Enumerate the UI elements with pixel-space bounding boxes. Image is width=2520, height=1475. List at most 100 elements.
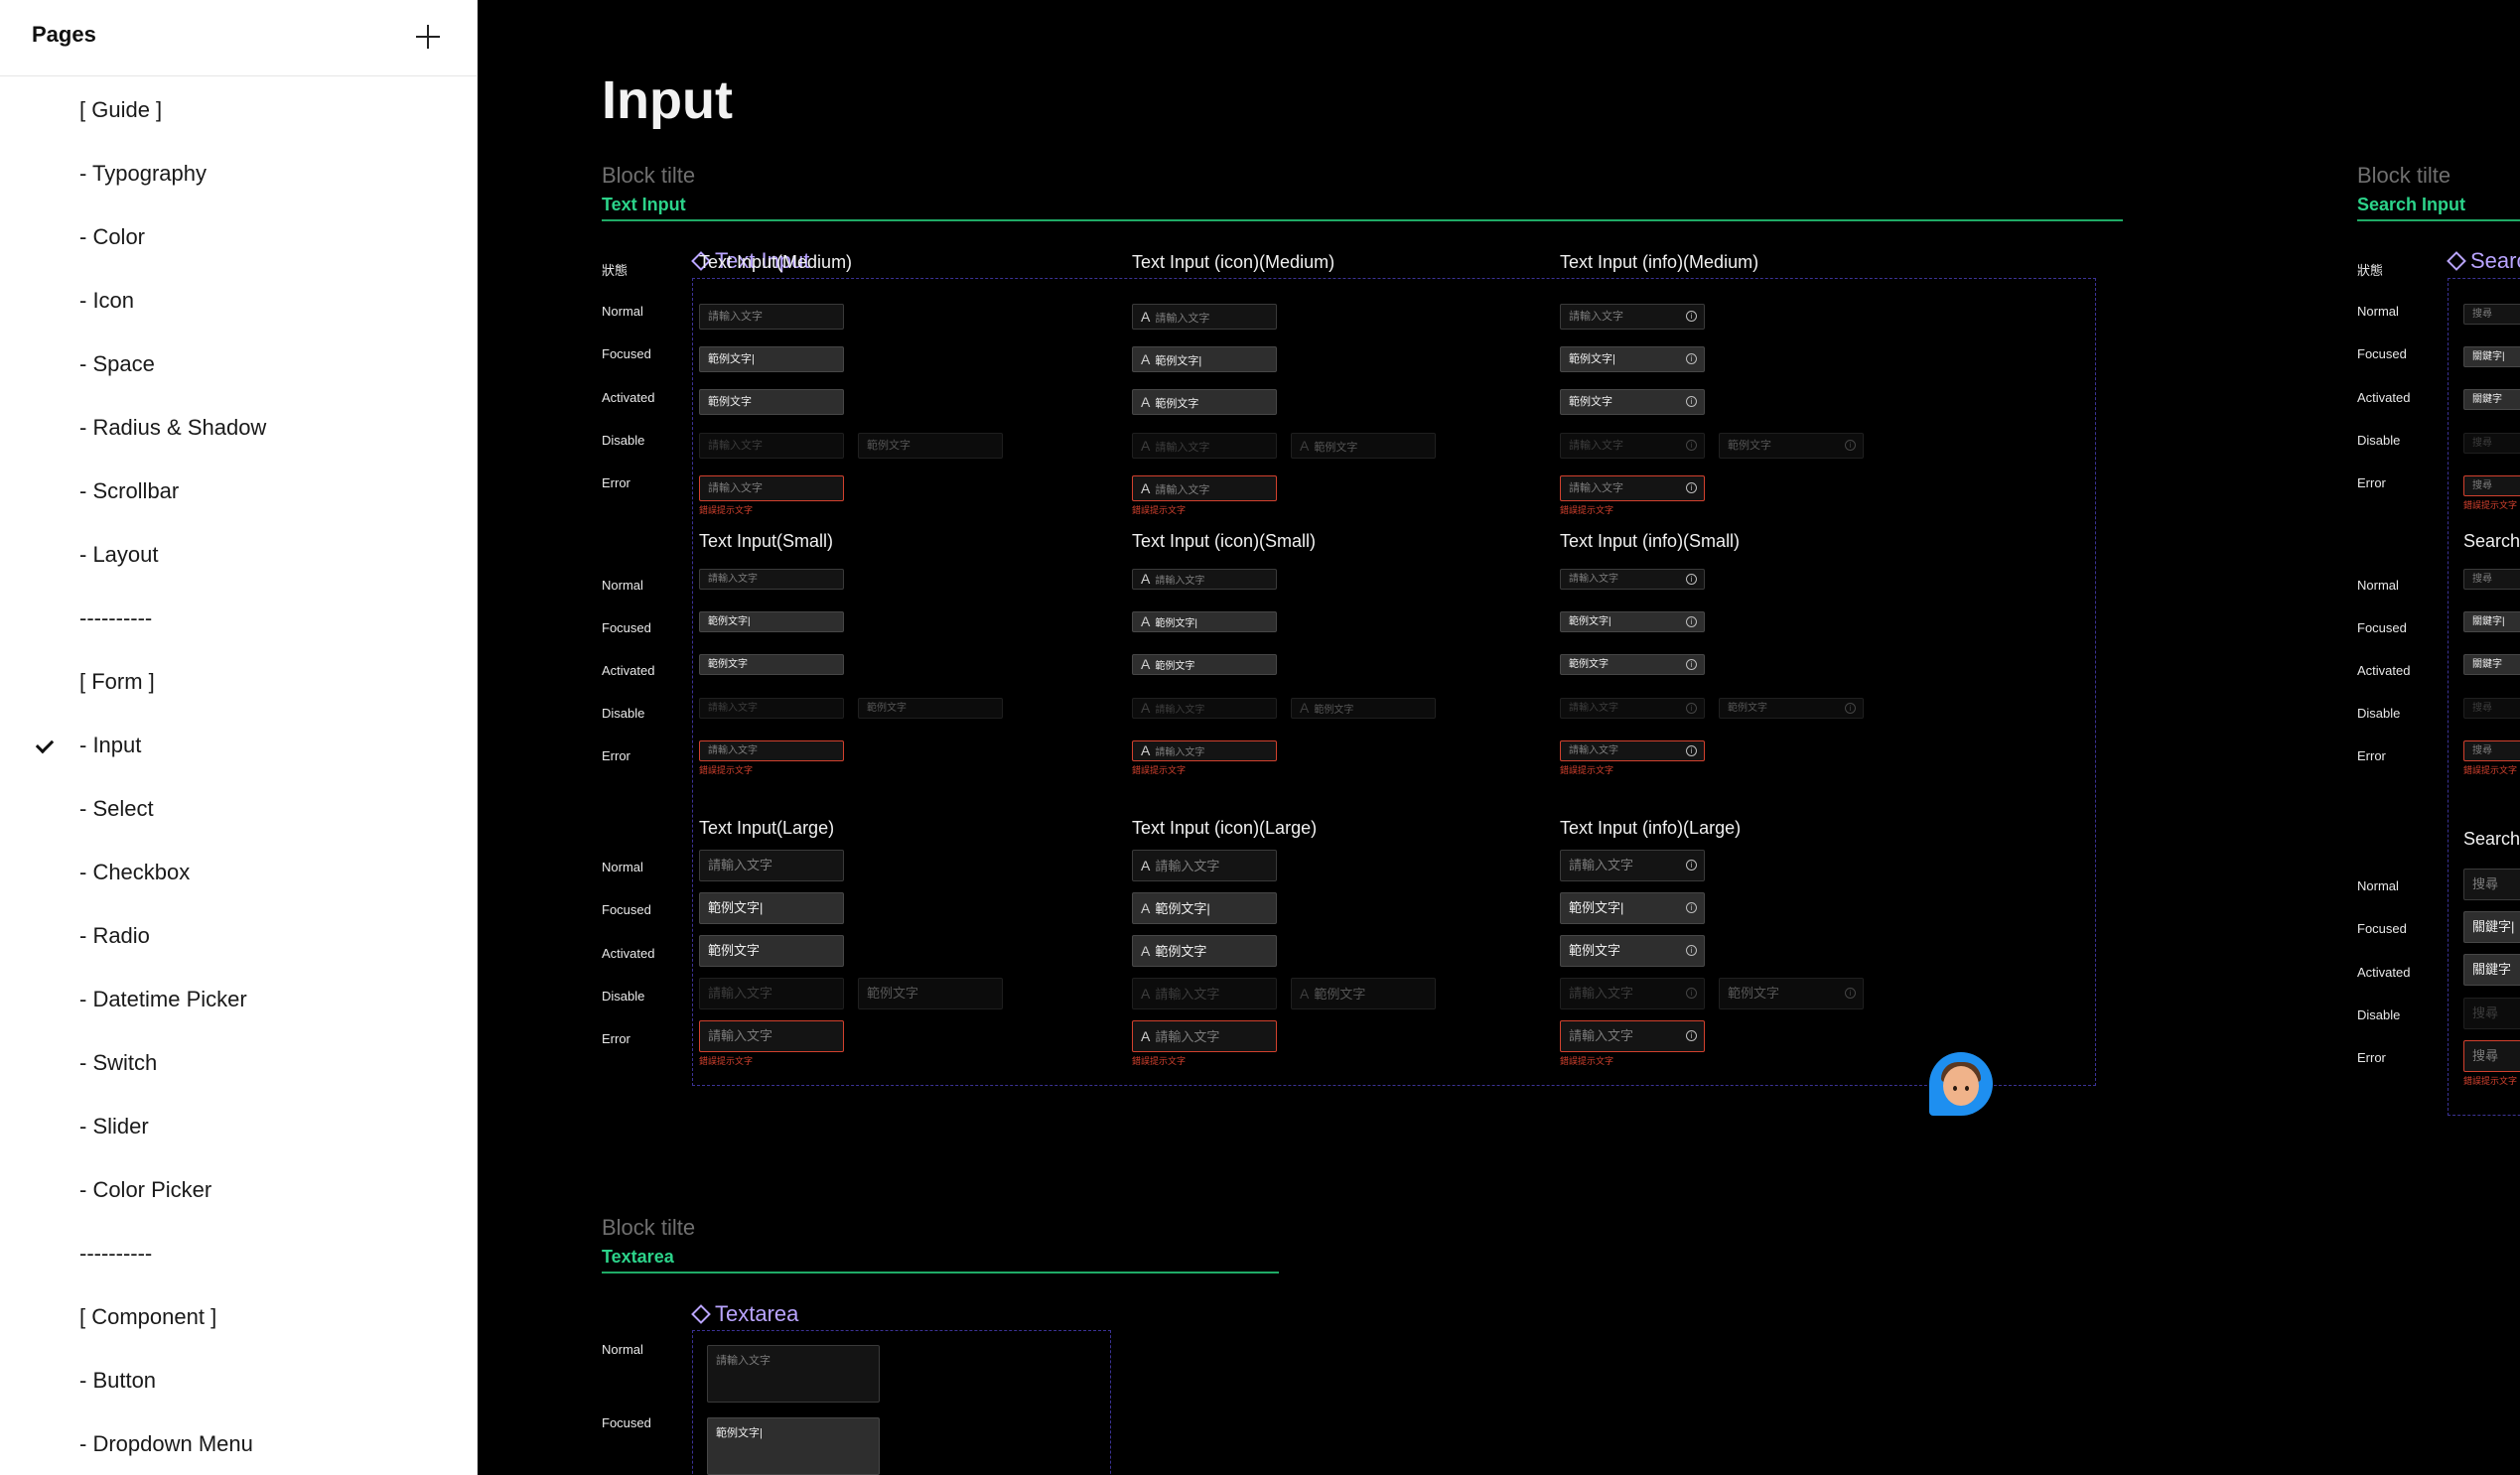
search-input-field[interactable]: 搜尋	[2463, 304, 2520, 325]
page-list-item[interactable]: - Button	[0, 1349, 477, 1412]
info-icon[interactable]: i	[1686, 482, 1697, 493]
page-list-item[interactable]: ----------	[0, 1222, 477, 1285]
text-input-field[interactable]: A 範例文字	[1132, 389, 1277, 415]
search-input-field[interactable]: 搜尋	[2463, 869, 2520, 900]
search-input-field[interactable]: 搜尋	[2463, 1040, 2520, 1072]
text-input-field[interactable]: A 範例文字|	[1132, 892, 1277, 924]
page-list-item[interactable]: - Typography	[0, 142, 477, 205]
search-input-field[interactable]: 關鍵字	[2463, 654, 2520, 675]
page-list-item[interactable]: - Color Picker	[0, 1158, 477, 1222]
search-component-title[interactable]: Search	[2449, 248, 2520, 274]
search-input-field[interactable]: 搜尋	[2463, 475, 2520, 496]
text-input-field[interactable]: A 請輸入文字	[1132, 850, 1277, 881]
textarea-field[interactable]: 範例文字|	[707, 1417, 880, 1475]
text-input-field[interactable]: A 請輸入文字	[1132, 1020, 1277, 1052]
page-list-item[interactable]: - Input	[0, 714, 477, 777]
text-input-field[interactable]: A 範例文字	[1132, 935, 1277, 967]
page-list-item[interactable]: - Icon	[0, 269, 477, 333]
page-list-item[interactable]: [ Guide ]	[0, 78, 477, 142]
text-input-field[interactable]: 範例文字|	[699, 346, 844, 372]
add-page-icon[interactable]	[411, 20, 445, 54]
text-input-field[interactable]: 範例文字 i	[1560, 935, 1705, 967]
info-icon[interactable]: i	[1686, 860, 1697, 871]
text-input-field[interactable]: A 範例文字	[1132, 654, 1277, 675]
text-input-field: 範例文字 i	[1719, 433, 1864, 459]
input-value: 搜尋	[2472, 876, 2499, 891]
text-input-field[interactable]: 請輸入文字	[699, 475, 844, 501]
page-list-item[interactable]: [ Form ]	[0, 650, 477, 714]
page-list-item[interactable]: - Color	[0, 205, 477, 269]
text-input-field[interactable]: 範例文字| i	[1560, 611, 1705, 632]
text-input-field[interactable]: 請輸入文字 i	[1560, 1020, 1705, 1052]
info-icon[interactable]: i	[1686, 945, 1697, 956]
info-icon[interactable]: i	[1686, 658, 1697, 670]
design-canvas[interactable]: Input Block tilte Text Input 狀態 Text Inp…	[479, 0, 2520, 1475]
page-list-item[interactable]: - Slider	[0, 1095, 477, 1158]
text-input-field[interactable]: 範例文字 i	[1560, 654, 1705, 675]
text-input-field[interactable]: A 請輸入文字	[1132, 569, 1277, 590]
search-input-field[interactable]: 搜尋	[2463, 740, 2520, 761]
text-input-field[interactable]: A 範例文字|	[1132, 346, 1277, 372]
text-input-field[interactable]: 範例文字	[699, 654, 844, 675]
info-icon[interactable]: i	[1686, 573, 1697, 585]
text-input-field[interactable]: 請輸入文字	[699, 569, 844, 590]
text-input-field[interactable]: A 範例文字|	[1132, 611, 1277, 632]
page-list-item[interactable]: - Scrollbar	[0, 460, 477, 523]
text-input-field[interactable]: 請輸入文字	[699, 850, 844, 881]
search-input-field[interactable]: 關鍵字|	[2463, 346, 2520, 367]
page-list-item[interactable]: - Switch	[0, 1031, 477, 1095]
text-input-field[interactable]: 範例文字 i	[1560, 389, 1705, 415]
info-icon[interactable]: i	[1686, 902, 1697, 913]
page-list-item[interactable]: [ Component ]	[0, 1285, 477, 1349]
text-input-field[interactable]: 請輸入文字 i	[1560, 475, 1705, 501]
input-value: 搜尋	[2472, 309, 2492, 320]
text-input-field[interactable]: 範例文字|	[699, 892, 844, 924]
text-input-field[interactable]: 請輸入文字 i	[1560, 304, 1705, 330]
page-item-label: - Input	[79, 733, 142, 757]
text-input-field[interactable]: 請輸入文字	[699, 740, 844, 761]
text-input-field[interactable]: 請輸入文字	[699, 1020, 844, 1052]
info-icon[interactable]: i	[1686, 1030, 1697, 1041]
page-list-item[interactable]: - Datetime Picker	[0, 968, 477, 1031]
collaborator-avatar[interactable]	[1929, 1052, 1993, 1116]
page-list-item[interactable]: - Radius & Shadow	[0, 396, 477, 460]
text-input-field[interactable]: 請輸入文字 i	[1560, 740, 1705, 761]
search-input-field[interactable]: 關鍵字|	[2463, 611, 2520, 632]
page-list-item[interactable]: - Select	[0, 777, 477, 841]
search-input-field[interactable]: 搜尋	[2463, 569, 2520, 590]
text-input-field[interactable]: 範例文字| i	[1560, 346, 1705, 372]
text-input-field[interactable]: A 請輸入文字	[1132, 740, 1277, 761]
input-value: 關鍵字	[2472, 394, 2502, 405]
info-icon[interactable]: i	[1686, 353, 1697, 364]
page-list-item[interactable]: - Space	[0, 333, 477, 396]
text-input-field[interactable]: A 請輸入文字	[1132, 475, 1277, 501]
page-list-item[interactable]: - Layout	[0, 523, 477, 587]
page-list-item[interactable]: - Radio	[0, 904, 477, 968]
info-icon[interactable]: i	[1686, 396, 1697, 407]
search-input-field[interactable]: 關鍵字	[2463, 389, 2520, 410]
search-state-label: Disable	[2357, 706, 2401, 721]
text-input-field[interactable]: 範例文字|	[699, 611, 844, 632]
info-icon[interactable]: i	[1686, 615, 1697, 627]
page-list-item[interactable]: - Dropdown Menu	[0, 1412, 477, 1475]
textarea-field[interactable]: 請輸入文字	[707, 1345, 880, 1403]
text-input-component-frame[interactable]	[692, 278, 2096, 1086]
text-input-field[interactable]: 請輸入文字 i	[1560, 569, 1705, 590]
input-value: 範例文字	[1569, 943, 1621, 958]
info-icon[interactable]: i	[1686, 311, 1697, 322]
section-title: Text Input (icon)(Large)	[1132, 818, 1318, 838]
text-input-field[interactable]: 範例文字	[699, 935, 844, 967]
search-input-field[interactable]: 關鍵字	[2463, 954, 2520, 986]
text-type-icon: A	[1141, 986, 1151, 1002]
page-list-item[interactable]: - Checkbox	[0, 841, 477, 904]
input-value: 關鍵字|	[2472, 616, 2505, 627]
textarea-component-title[interactable]: Textarea	[693, 1301, 798, 1327]
text-input-field[interactable]: 請輸入文字	[699, 304, 844, 330]
text-input-field[interactable]: 範例文字| i	[1560, 892, 1705, 924]
text-input-field[interactable]: 範例文字	[699, 389, 844, 415]
text-input-field[interactable]: 請輸入文字 i	[1560, 850, 1705, 881]
text-input-field[interactable]: A 請輸入文字	[1132, 304, 1277, 330]
search-input-field[interactable]: 關鍵字|	[2463, 911, 2520, 943]
page-list-item[interactable]: ----------	[0, 587, 477, 650]
info-icon[interactable]: i	[1686, 744, 1697, 756]
